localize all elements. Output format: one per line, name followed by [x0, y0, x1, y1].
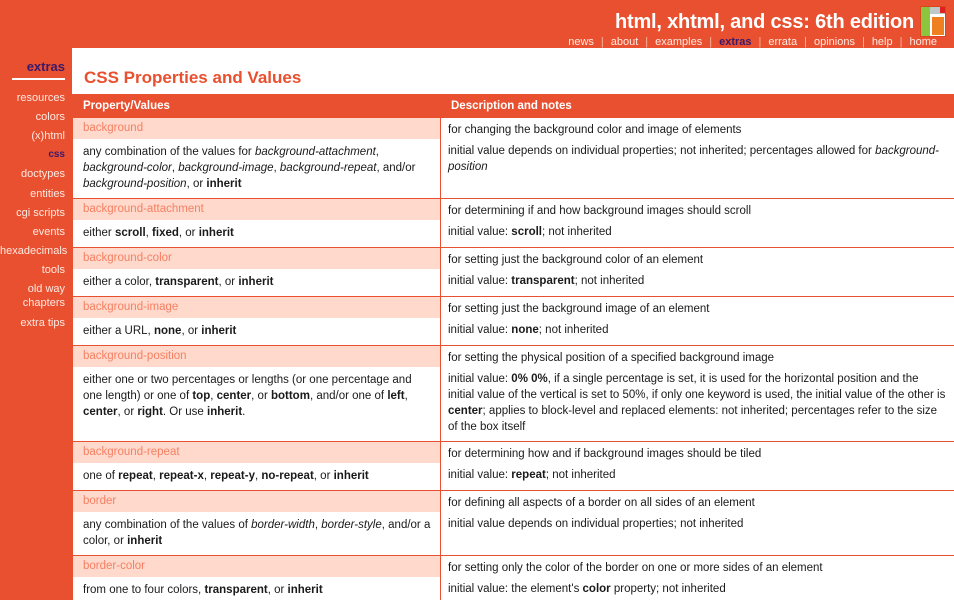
sidebar-item-colors[interactable]: colors [0, 107, 65, 126]
property-values: either a color, transparent, or inherit [73, 269, 440, 296]
property-cell: background-position either one or two per… [72, 345, 441, 442]
property-values: any combination of the values of border-… [73, 512, 440, 555]
property-values: from one to four colors, transparent, or… [73, 577, 440, 600]
description-notes: initial value depends on individual prop… [448, 145, 939, 173]
sidebar-item-resources[interactable]: resources [0, 88, 65, 107]
book-cover-spine [921, 7, 930, 36]
sidebar-heading: extras [26, 59, 65, 74]
description-cell: for defining all aspects of a border on … [440, 490, 954, 556]
book-cover-icon[interactable] [920, 6, 946, 37]
site-title: html, xhtml, and css: 6th edition [615, 10, 914, 33]
description-notes: initial value: repeat; not inherited [448, 469, 616, 481]
sidebar: extras resources colors (x)html css doct… [0, 54, 72, 600]
description-notes: initial value: transparent; not inherite… [448, 275, 645, 287]
property-values: any combination of the values for backgr… [73, 139, 440, 198]
description-notes: initial value depends on individual prop… [448, 518, 744, 530]
table-row: background any combination of the values … [72, 117, 954, 199]
property-name: background-repeat [73, 442, 440, 463]
property-name: background-image [73, 297, 440, 318]
property-name: background-color [73, 248, 440, 269]
property-name: background [73, 118, 440, 139]
sidebar-item-cgi-scripts[interactable]: cgi scripts [0, 203, 65, 222]
description-notes: initial value: scroll; not inherited [448, 226, 612, 238]
column-header-property: Property/Values [72, 94, 441, 118]
description-notes: initial value: none; not inherited [448, 324, 609, 336]
sidebar-item-tools[interactable]: tools [0, 261, 65, 280]
description-cell: for determining if and how background im… [440, 198, 954, 248]
page-title: CSS Properties and Values [84, 68, 302, 87]
description-cell: for determining how and if background im… [440, 441, 954, 491]
table-body: background any combination of the values … [72, 117, 954, 600]
description-text: for setting just the background color of… [448, 254, 704, 266]
description-notes: initial value: 0% 0%, if a single percen… [448, 373, 946, 433]
site-header: html, xhtml, and css: 6th edition news |… [0, 0, 954, 54]
description-text: for determining how and if background im… [448, 448, 762, 460]
column-header-description: Description and notes [440, 94, 954, 118]
description-notes: initial value: the element's color prope… [448, 583, 726, 595]
property-name: background-position [73, 346, 440, 367]
main-content: CSS Properties and Values Property/Value… [72, 48, 954, 600]
sidebar-item-doctypes[interactable]: doctypes [0, 165, 65, 184]
property-name: border-color [73, 556, 440, 577]
table-row: border-color from one to four colors, tra… [72, 555, 954, 600]
sidebar-item-hexadecimals[interactable]: hexadecimals [0, 242, 67, 261]
description-text: for changing the background color and im… [448, 124, 742, 136]
description-cell: for changing the background color and im… [440, 117, 954, 199]
table-row: background-color either a color, transpar… [72, 247, 954, 297]
property-values: either scroll, fixed, or inherit [73, 220, 440, 247]
sidebar-item-xhtml[interactable]: (x)html [0, 126, 65, 145]
property-cell: border any combination of the values of b… [72, 490, 441, 556]
property-cell: background-attachment either scroll, fixe… [72, 198, 441, 248]
description-cell: for setting just the background color of… [440, 247, 954, 297]
sidebar-item-events[interactable]: events [0, 222, 65, 241]
css-properties-table: Property/Values Description and notes ba… [72, 94, 954, 600]
description-text: for setting the physical position of a s… [448, 352, 775, 364]
description-text: for setting only the color of the border… [448, 562, 823, 574]
table-row: background-image either a URL, none, or i… [72, 296, 954, 346]
property-cell: background-repeat one of repeat, repeat-x… [72, 441, 441, 491]
property-name: background-attachment [73, 199, 440, 220]
description-text: for setting just the background image of… [448, 303, 710, 315]
sidebar-divider [12, 78, 65, 80]
table-row: background-attachment either scroll, fixe… [72, 198, 954, 248]
sidebar-item-css[interactable]: css [0, 146, 65, 165]
property-name: border [73, 491, 440, 512]
book-cover-panel [932, 17, 944, 35]
page-root: html, xhtml, and css: 6th edition news |… [0, 0, 954, 600]
sidebar-item-entities[interactable]: entities [0, 184, 65, 203]
table-row: background-repeat one of repeat, repeat-x… [72, 441, 954, 491]
property-values: either a URL, none, or inherit [73, 318, 440, 345]
table-row: border any combination of the values of b… [72, 490, 954, 556]
property-cell: border-color from one to four colors, tra… [72, 555, 441, 600]
sidebar-item-extra-tips[interactable]: extra tips [0, 313, 65, 332]
property-values: one of repeat, repeat-x, repeat-y, no-re… [73, 463, 440, 490]
property-cell: background any combination of the values … [72, 117, 441, 199]
description-cell: for setting only the color of the border… [440, 555, 954, 600]
description-text: for determining if and how background im… [448, 205, 751, 217]
sidebar-item-old-way-chapters[interactable]: old way chapters [0, 280, 65, 313]
description-cell: for setting just the background image of… [440, 296, 954, 346]
table-header-row: Property/Values Description and notes [72, 94, 954, 118]
property-values: either one or two percentages or lengths… [73, 367, 440, 426]
table-row: background-position either one or two per… [72, 345, 954, 442]
property-cell: background-image either a URL, none, or i… [72, 296, 441, 346]
book-cover-redmark [940, 7, 945, 13]
description-text: for defining all aspects of a border on … [448, 497, 755, 509]
property-cell: background-color either a color, transpar… [72, 247, 441, 297]
brand-row: html, xhtml, and css: 6th edition [615, 6, 946, 37]
description-cell: for setting the physical position of a s… [440, 345, 954, 442]
